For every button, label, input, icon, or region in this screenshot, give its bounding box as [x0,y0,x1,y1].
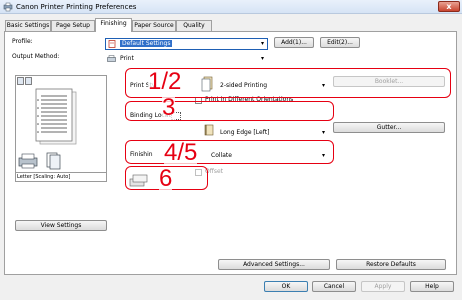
tab-paper-source[interactable]: Paper Source [132,20,176,31]
annotation-box-2 [125,101,334,121]
add-profile-button[interactable]: Add(1)... [274,37,314,48]
profile-label: Profile: [12,38,33,45]
restore-defaults-button[interactable]: Restore Defaults [336,259,446,270]
profile-select[interactable]: Default Settings ▾ [105,38,268,50]
chevron-down-icon: ▾ [260,40,264,47]
advanced-settings-button[interactable]: Advanced Settings... [218,259,330,270]
binding-location-select[interactable]: Long Edge [Left] ▾ [217,127,329,139]
binding-edge-icon [204,124,214,136]
output-method-select[interactable]: Print ▾ [105,53,268,65]
tab-quality[interactable]: Quality [176,20,212,31]
window-close-button[interactable]: x [438,1,460,12]
tab-basic-settings[interactable]: Basic Settings [5,20,51,31]
printer-app-icon [3,2,13,12]
printer-device-icon [18,153,38,169]
tab-finishing[interactable]: Finishing [95,18,132,32]
preview-mode-icon[interactable] [17,77,33,85]
annotation-number-3: 4/5 [164,139,198,166]
page-preview-icon [35,88,77,145]
chevron-down-icon: ▾ [260,55,264,62]
output-tray-icon [46,152,61,170]
tab-page-setup[interactable]: Page Setup [51,20,95,31]
chevron-down-icon: ▾ [321,129,325,136]
ok-button[interactable]: OK [264,281,308,292]
binding-location-value: Long Edge [Left] [220,129,270,136]
cancel-button[interactable]: Cancel [312,281,356,292]
view-settings-button[interactable]: View Settings [15,220,107,231]
help-button[interactable]: Help [410,281,454,292]
output-method-value: Print [120,55,134,62]
profile-value: Default Settings [120,40,173,47]
annotation-box-3 [125,140,334,164]
preview-caption: Letter [Scaling: Auto] [17,174,71,180]
apply-button[interactable]: Apply [361,281,405,292]
annotation-number-4: 6 [159,165,173,192]
profile-icon [108,40,116,48]
gutter-button[interactable]: Gutter... [333,122,445,133]
annotation-number-1: 1/2 [148,68,182,95]
window-title: Canon Printer Printing Preferences [16,3,137,11]
edit-profile-button[interactable]: Edit(2)... [320,37,360,48]
print-icon [107,55,116,62]
annotation-number-2: 3 [162,94,176,121]
output-method-label: Output Method: [12,53,60,60]
